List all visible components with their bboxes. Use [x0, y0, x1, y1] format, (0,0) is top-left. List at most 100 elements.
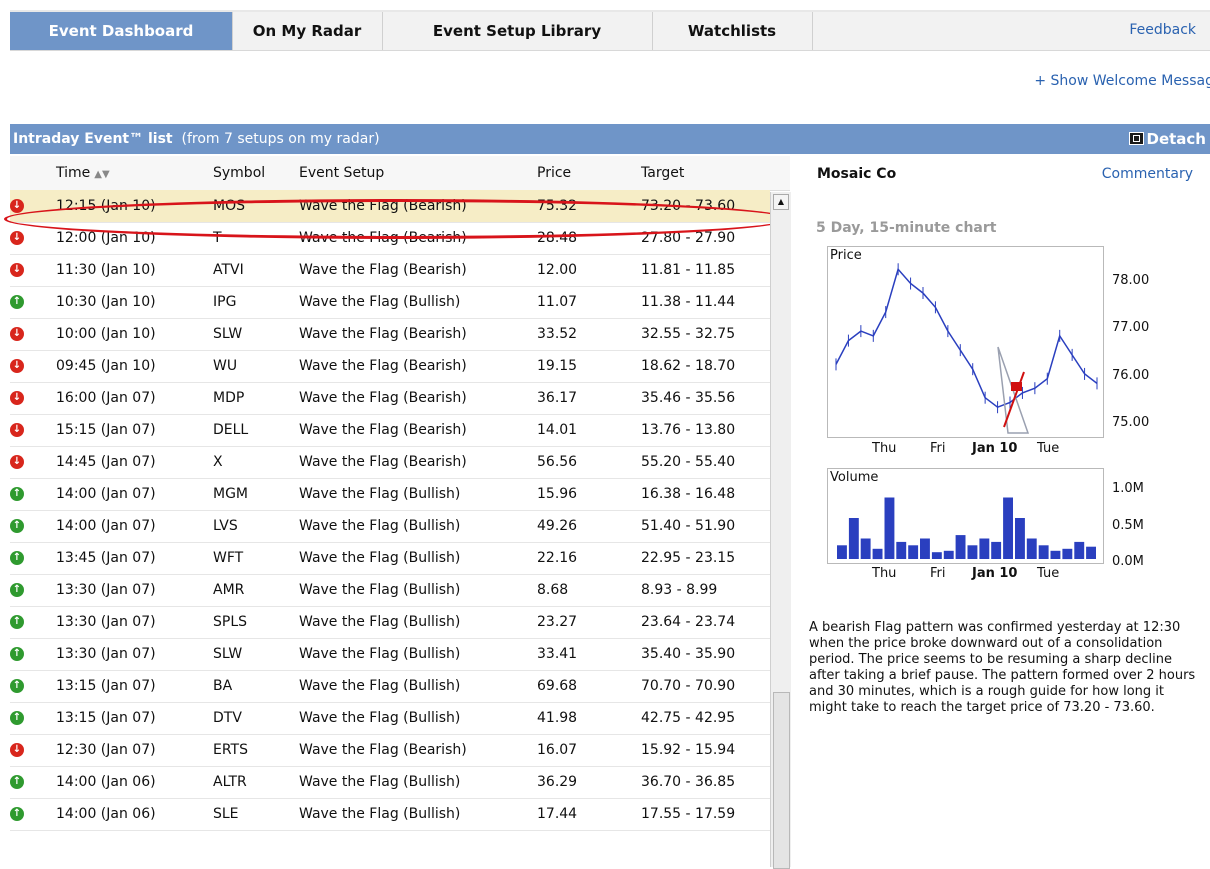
cell-target: 8.93 - 8.99: [641, 582, 718, 598]
cell-target: 11.81 - 11.85: [641, 262, 736, 278]
cell-symbol: IPG: [213, 294, 237, 310]
cell-symbol: WU: [213, 358, 238, 374]
cell-price: 11.07: [537, 294, 578, 310]
cell-time: 13:30 (Jan 07): [56, 582, 156, 598]
commentary-link[interactable]: Commentary: [1102, 166, 1193, 182]
feedback-link[interactable]: Feedback: [1129, 11, 1196, 49]
cell-time: 10:00 (Jan 10): [56, 326, 156, 342]
show-welcome-message-link[interactable]: + Show Welcome Messag: [1034, 73, 1210, 89]
volume-xtick-jan10: Jan 10: [972, 566, 1018, 581]
cell-symbol: SLW: [213, 646, 243, 662]
event-list-title-sub: (from 7 setups on my radar): [181, 131, 380, 147]
tab-event-setup-library[interactable]: Event Setup Library: [382, 12, 653, 50]
col-time-header[interactable]: Time ▲▼: [56, 156, 110, 192]
volume-bar: [908, 545, 919, 559]
cell-symbol: SLW: [213, 326, 243, 342]
cell-setup: Wave the Flag (Bearish): [299, 262, 467, 278]
table-row[interactable]: ↓ 14:45 (Jan 07) X Wave the Flag (Bearish) 5…: [10, 446, 770, 479]
col-symbol-header[interactable]: Symbol: [213, 156, 265, 190]
bullish-arrow-icon: ↑: [10, 295, 24, 309]
commentary-text: A bearish Flag pattern was confirmed yes…: [809, 620, 1196, 715]
cell-setup: Wave the Flag (Bearish): [299, 326, 467, 342]
event-list-scrollbar[interactable]: ▲: [770, 192, 791, 869]
cell-time: 09:45 (Jan 10): [56, 358, 156, 374]
scroll-up-arrow-icon[interactable]: ▲: [773, 194, 789, 210]
table-row[interactable]: ↓ 12:30 (Jan 07) ERTS Wave the Flag (Bearis…: [10, 734, 770, 767]
table-row[interactable]: ↑ 13:15 (Jan 07) BA Wave the Flag (Bullish)…: [10, 670, 770, 703]
column-headers: Time ▲▼ Symbol Event Setup Price Target: [10, 156, 790, 191]
sort-icon[interactable]: ▲▼: [94, 158, 109, 192]
volume-bar: [884, 497, 895, 559]
bearish-arrow-icon: ↓: [10, 359, 24, 373]
cell-price: 75.32: [537, 198, 578, 214]
cell-price: 19.15: [537, 358, 578, 374]
cell-time: 13:45 (Jan 07): [56, 550, 156, 566]
table-row[interactable]: ↑ 14:00 (Jan 06) SLE Wave the Flag (Bullish…: [10, 798, 770, 831]
volume-bar: [1050, 550, 1061, 559]
table-row[interactable]: ↑ 14:00 (Jan 07) LVS Wave the Flag (Bullish…: [10, 510, 770, 543]
tab-watchlists[interactable]: Watchlists: [652, 12, 813, 50]
volume-bar: [955, 535, 966, 559]
price-xtick-thu: Thu: [872, 441, 897, 456]
volume-bar: [1015, 518, 1025, 559]
cell-time: 12:30 (Jan 07): [56, 742, 156, 758]
table-row[interactable]: ↑ 13:30 (Jan 07) SPLS Wave the Flag (Bullis…: [10, 606, 770, 639]
cell-target: 42.75 - 42.95: [641, 710, 736, 726]
table-row[interactable]: ↑ 13:15 (Jan 07) DTV Wave the Flag (Bullish…: [10, 702, 770, 735]
cell-symbol: SPLS: [213, 614, 248, 630]
cell-price: 36.17: [537, 390, 578, 406]
table-row[interactable]: ↓ 10:00 (Jan 10) SLW Wave the Flag (Bearish…: [10, 318, 770, 351]
volume-xtick-fri: Fri: [930, 566, 946, 581]
volume-bar: [837, 545, 847, 559]
table-row[interactable]: ↑ 10:30 (Jan 10) IPG Wave the Flag (Bullish…: [10, 286, 770, 319]
cell-target: 23.64 - 23.74: [641, 614, 736, 630]
cell-target: 73.20 - 73.60: [641, 198, 736, 214]
event-list-title-bold: Intraday Event™ list: [13, 131, 173, 147]
table-row[interactable]: ↓ 16:00 (Jan 07) MDP Wave the Flag (Bearish…: [10, 382, 770, 415]
col-setup-header[interactable]: Event Setup: [299, 156, 384, 190]
scroll-thumb[interactable]: [773, 692, 790, 869]
table-row[interactable]: ↓ 12:15 (Jan 10) MOS Wave the Flag (Bearish…: [10, 190, 770, 223]
volume-bar: [931, 552, 942, 559]
tab-event-dashboard[interactable]: Event Dashboard: [10, 12, 233, 50]
cell-setup: Wave the Flag (Bearish): [299, 454, 467, 470]
volume-bar: [896, 541, 907, 559]
col-target-header[interactable]: Target: [641, 156, 684, 190]
bearish-arrow-icon: ↓: [10, 199, 24, 213]
cell-setup: Wave the Flag (Bearish): [299, 230, 467, 246]
cell-setup: Wave the Flag (Bullish): [299, 646, 461, 662]
table-row[interactable]: ↑ 14:00 (Jan 06) ALTR Wave the Flag (Bullis…: [10, 766, 770, 799]
volume-tick-1m: 1.0M: [1112, 481, 1144, 496]
table-row[interactable]: ↑ 13:30 (Jan 07) AMR Wave the Flag (Bullish…: [10, 574, 770, 607]
table-row[interactable]: ↓ 11:30 (Jan 10) ATVI Wave the Flag (Bearis…: [10, 254, 770, 287]
volume-bar: [920, 538, 930, 559]
bearish-arrow-icon: ↓: [10, 455, 24, 469]
detach-button[interactable]: Detach: [1128, 124, 1206, 154]
table-row[interactable]: ↑ 13:30 (Jan 07) SLW Wave the Flag (Bullish…: [10, 638, 770, 671]
col-price-header[interactable]: Price: [537, 156, 571, 190]
table-row[interactable]: ↓ 09:45 (Jan 10) WU Wave the Flag (Bearish)…: [10, 350, 770, 383]
cell-target: 17.55 - 17.59: [641, 806, 736, 822]
volume-bar: [967, 545, 978, 559]
tab-on-my-radar[interactable]: On My Radar: [232, 12, 383, 50]
cell-target: 22.95 - 23.15: [641, 550, 736, 566]
cell-symbol: MGM: [213, 486, 249, 502]
cell-setup: Wave the Flag (Bearish): [299, 390, 467, 406]
cell-time: 13:15 (Jan 07): [56, 710, 156, 726]
bullish-arrow-icon: ↑: [10, 551, 24, 565]
table-row[interactable]: ↓ 15:15 (Jan 07) DELL Wave the Flag (Bearis…: [10, 414, 770, 447]
table-row[interactable]: ↓ 12:00 (Jan 10) T Wave the Flag (Bearish) 2…: [10, 222, 770, 255]
cell-target: 18.62 - 18.70: [641, 358, 736, 374]
flag-marker: [1011, 382, 1022, 391]
cell-target: 13.76 - 13.80: [641, 422, 736, 438]
company-name: Mosaic Co: [817, 166, 897, 182]
table-row[interactable]: ↑ 13:45 (Jan 07) WFT Wave the Flag (Bullish…: [10, 542, 770, 575]
table-row[interactable]: ↑ 14:00 (Jan 07) MGM Wave the Flag (Bullish…: [10, 478, 770, 511]
bullish-arrow-icon: ↑: [10, 775, 24, 789]
cell-symbol: SLE: [213, 806, 239, 822]
bearish-arrow-icon: ↓: [10, 743, 24, 757]
cell-setup: Wave the Flag (Bullish): [299, 774, 461, 790]
bullish-arrow-icon: ↑: [10, 487, 24, 501]
cell-symbol: MOS: [213, 198, 245, 214]
detail-panel: Mosaic Co Commentary 5 Day, 15-minute ch…: [792, 156, 1210, 867]
